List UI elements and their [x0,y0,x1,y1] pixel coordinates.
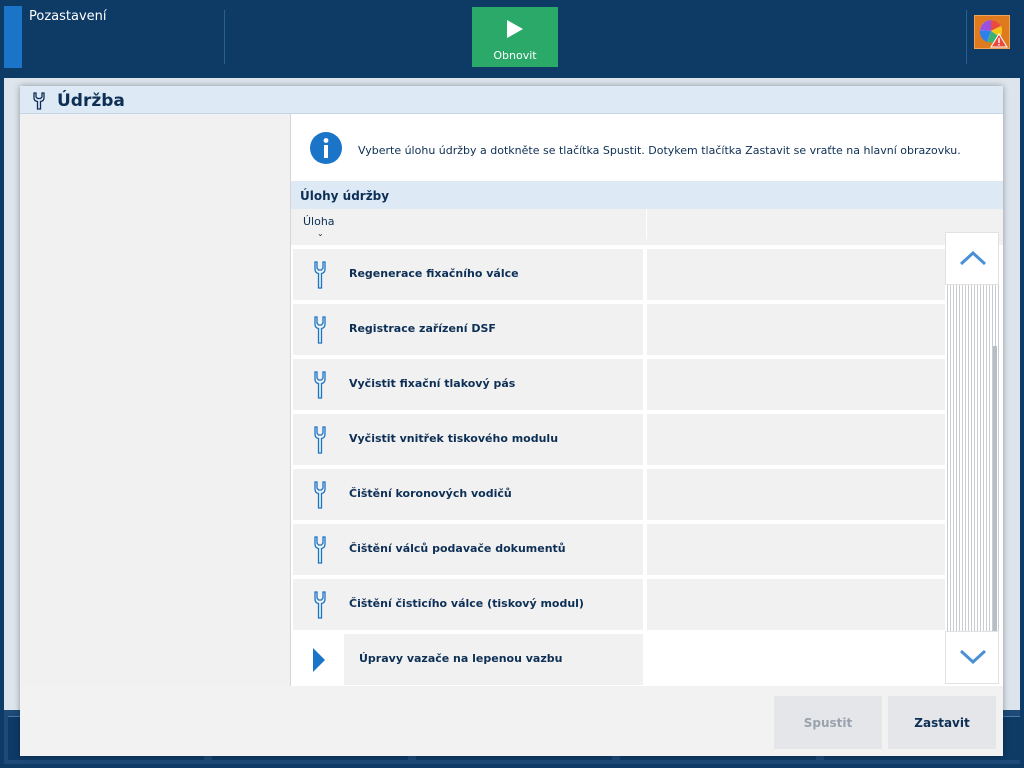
chevron-down-icon [960,650,986,664]
list-item[interactable]: Vyčistit fixační tlakový pás [293,359,945,410]
warning-status-icon[interactable] [974,15,1010,49]
task-label: Čištění čisticího válce (tiskový modul) [349,597,584,610]
refresh-button[interactable]: Obnovit [472,7,558,67]
section-title: Úlohy údržby [300,189,390,203]
list-item-group[interactable]: Úpravy vazače na lepenou vazbu [293,634,945,685]
column-divider [646,209,647,239]
list-item[interactable]: Vyčistit vnitřek tiskového modulu [293,414,945,465]
task-cell[interactable]: Registrace zařízení DSF [293,304,643,355]
task-cell[interactable]: Vyčistit fixační tlakový pás [293,359,643,410]
task-cell[interactable]: Vyčistit vnitřek tiskového modulu [293,414,643,465]
task-label: Vyčistit vnitřek tiskového modulu [349,432,559,445]
left-panel [20,114,291,686]
task-detail-cell [647,524,945,575]
task-label: Registrace zařízení DSF [349,322,496,335]
task-cell[interactable]: Čištění koronových vodičů [293,469,643,520]
topbar-title: Pozastavení [29,9,107,24]
task-cell[interactable]: Regenerace fixačního válce [293,249,643,300]
sort-chevron-icon: ⌄ [317,229,324,238]
stop-button[interactable]: Zastavit [888,696,996,749]
top-bar: Pozastavení Obnovit [0,0,1024,74]
list-item[interactable]: Čištění koronových vodičů [293,469,945,520]
scrollbar-track[interactable] [945,285,999,631]
task-group-label: Úpravy vazače na lepenou vazbu [359,652,563,665]
wrench-icon [314,371,326,399]
status-accent [4,6,22,68]
dialog-title: Údržba [57,91,125,111]
list-item[interactable]: Čištění válců podavače dokumentů [293,524,945,575]
right-panel: Vyberte úlohu údržby a dotkněte se tlačí… [291,114,1003,686]
task-cell[interactable]: Čištění čisticího válce (tiskový modul) [293,579,643,630]
info-icon [310,132,342,164]
expand-arrow-icon[interactable] [312,646,326,674]
task-list: Regenerace fixačního válce Registrace za… [291,245,945,686]
wrench-icon [314,261,326,289]
task-label: Čištění válců podavače dokumentů [349,542,566,555]
dialog-footer: Spustit Zastavit [20,686,1003,756]
task-detail-cell [647,579,945,630]
play-icon [507,20,523,38]
task-detail-cell [647,469,945,520]
task-label: Vyčistit fixační tlakový pás [349,377,516,390]
task-detail-cell [647,304,945,355]
divider [224,10,225,64]
task-detail-cell [647,249,945,300]
divider [966,10,967,64]
refresh-label: Obnovit [493,49,537,62]
wrench-icon [314,426,326,454]
section-header: Úlohy údržby [291,181,1003,209]
dialog-header: Údržba [20,86,1003,114]
list-item[interactable]: Registrace zařízení DSF [293,304,945,355]
wrench-icon [314,591,326,619]
task-label: Čištění koronových vodičů [349,487,512,500]
list-item[interactable]: Čištění čisticího válce (tiskový modul) [293,579,945,630]
task-detail-cell [647,414,945,465]
info-message: Vyberte úlohu údržby a dotkněte se tlačí… [291,114,1003,180]
wrench-icon [314,481,326,509]
task-label: Regenerace fixačního válce [349,267,519,280]
start-button[interactable]: Spustit [774,696,882,749]
task-cell[interactable]: Čištění válců podavače dokumentů [293,524,643,575]
scroll-up-button[interactable] [945,232,999,285]
info-text: Vyberte úlohu údržby a dotkněte se tlačí… [358,144,961,157]
task-detail-cell [647,359,945,410]
wrench-icon [314,536,326,564]
column-header-task[interactable]: Úloha [303,215,335,228]
task-group-cell[interactable]: Úpravy vazače na lepenou vazbu [293,634,643,685]
wrench-icon [33,92,45,110]
scrollbar-thumb[interactable] [993,346,997,631]
maintenance-dialog: Údržba Vyberte úlohu údržby a dotkněte s… [20,86,1003,756]
scroll-down-button[interactable] [945,631,999,684]
list-item[interactable]: Regenerace fixačního válce [293,249,945,300]
column-header: Úloha ⌄ [291,209,1003,245]
wrench-icon [314,316,326,344]
chevron-up-icon [960,251,986,265]
